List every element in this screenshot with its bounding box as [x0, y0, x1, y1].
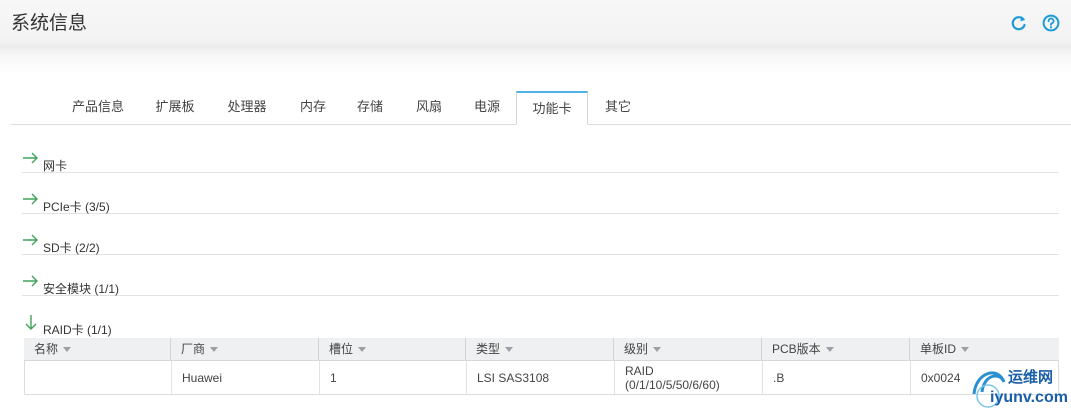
- tab-fans[interactable]: 风扇: [406, 91, 452, 123]
- section-raid-card[interactable]: RAID卡 (1/1): [22, 315, 1059, 337]
- sort-caret-icon: [63, 347, 72, 353]
- page-title: 系统信息: [11, 13, 88, 34]
- sort-caret-icon: [825, 347, 834, 353]
- tab-expansion-board[interactable]: 扩展板: [146, 91, 204, 123]
- cell-type: LSI SAS3108: [466, 361, 614, 394]
- section-label: RAID卡 (1/1): [43, 323, 112, 337]
- section-label: 网卡: [43, 159, 68, 173]
- section-security-module[interactable]: 安全模块 (1/1): [22, 275, 1059, 296]
- cell-pcb-version: .B: [762, 361, 910, 394]
- watermark-url: iyunv.com: [990, 389, 1068, 406]
- cell-name: [25, 361, 171, 394]
- page-header: 系统信息: [0, 0, 1071, 75]
- sort-caret-icon: [653, 347, 662, 353]
- arrow-right-icon: [23, 275, 38, 287]
- cell-level: RAID (0/1/10/5/50/6/60): [614, 361, 762, 394]
- column-header-board-id[interactable]: 单板ID: [909, 338, 1060, 360]
- refresh-icon[interactable]: [1010, 14, 1028, 32]
- section-nic[interactable]: 网卡: [22, 152, 1059, 173]
- watermark-logo: 运维网 iyunv.com: [968, 360, 1071, 411]
- help-icon[interactable]: [1042, 14, 1060, 32]
- tab-power[interactable]: 电源: [464, 91, 510, 123]
- arrow-right-icon: [23, 152, 38, 164]
- column-header-type[interactable]: 类型: [465, 338, 613, 360]
- sort-caret-icon: [210, 347, 219, 353]
- section-label: PCIe卡 (3/5): [43, 200, 110, 214]
- section-label: SD卡 (2/2): [43, 241, 100, 255]
- arrow-right-icon: [23, 193, 38, 205]
- cell-vendor: Huawei: [171, 361, 319, 394]
- cell-slot: 1: [319, 361, 466, 394]
- tab-memory[interactable]: 内存: [290, 91, 336, 123]
- table-row[interactable]: Huawei 1 LSI SAS3108 RAID (0/1/10/5/50/6/…: [24, 361, 1059, 395]
- table-header: 名称 厂商 槽位 类型 级别 PCB版本 单板ID: [24, 338, 1059, 361]
- arrow-right-icon: [23, 234, 38, 246]
- column-header-slot[interactable]: 槽位: [318, 338, 465, 360]
- tab-other[interactable]: 其它: [595, 91, 641, 123]
- tab-product-info[interactable]: 产品信息: [63, 91, 133, 123]
- raid-table: 名称 厂商 槽位 类型 级别 PCB版本 单板ID Huawei 1 LSI S…: [24, 338, 1059, 395]
- sort-caret-icon: [358, 347, 367, 353]
- sort-caret-icon: [961, 347, 970, 353]
- watermark-text: 运维网: [1008, 369, 1054, 386]
- column-header-vendor[interactable]: 厂商: [170, 338, 318, 360]
- section-pcie-card[interactable]: PCIe卡 (3/5): [22, 193, 1059, 214]
- tab-bar: 产品信息 扩展板 处理器 内存 存储 风扇 电源 功能卡 其它: [11, 91, 1071, 125]
- tab-storage[interactable]: 存储: [347, 91, 393, 123]
- column-header-level[interactable]: 级别: [613, 338, 761, 360]
- section-sd-card[interactable]: SD卡 (2/2): [22, 234, 1059, 255]
- sort-caret-icon: [505, 347, 514, 353]
- tab-processor[interactable]: 处理器: [218, 91, 276, 123]
- section-label: 安全模块 (1/1): [43, 282, 120, 296]
- tab-function-card[interactable]: 功能卡: [516, 91, 588, 125]
- column-header-pcb-version[interactable]: PCB版本: [761, 338, 909, 360]
- column-header-name[interactable]: 名称: [24, 338, 170, 360]
- arrow-down-icon: [25, 315, 37, 330]
